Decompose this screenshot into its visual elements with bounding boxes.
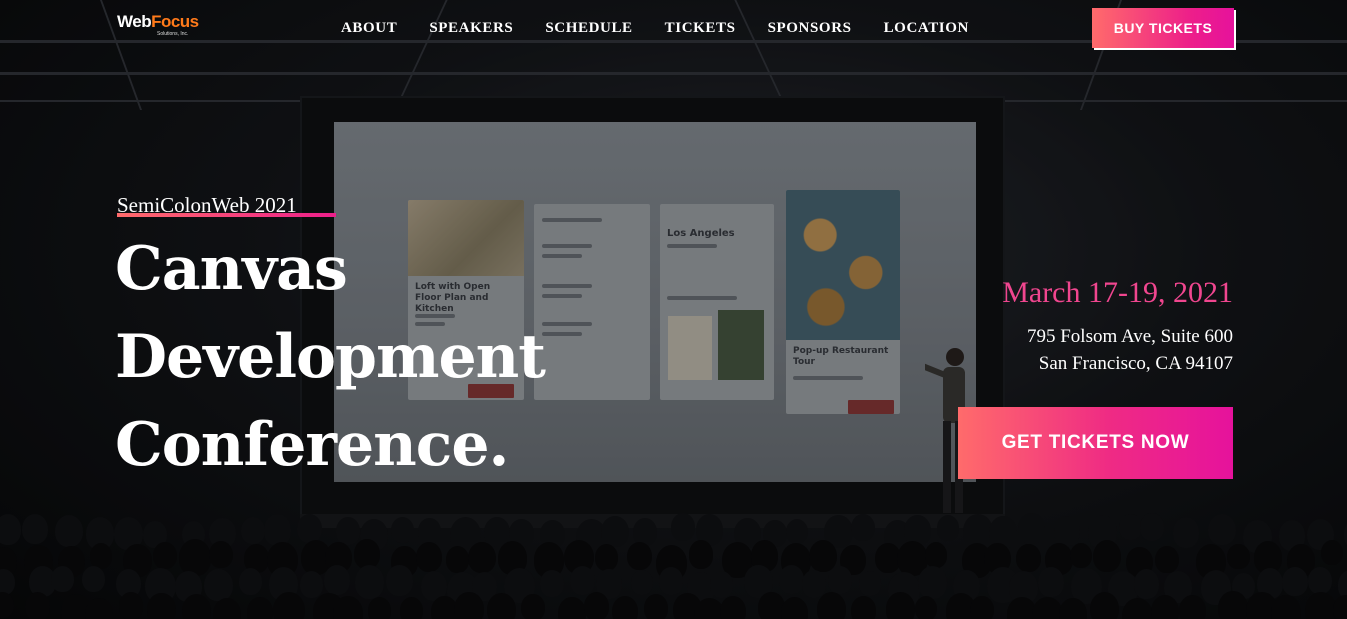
nav-item-speakers[interactable]: SPEAKERS (429, 19, 513, 37)
headline-line-2: Development (115, 322, 546, 392)
logo-subtext: Solutions, Inc. (157, 31, 189, 37)
nav-item-sponsors[interactable]: SPONSORS (768, 19, 852, 37)
event-date: March 17-19, 2021 (1002, 276, 1233, 309)
headline-line-1: Canvas (115, 234, 348, 304)
nav-item-about[interactable]: ABOUT (341, 19, 397, 37)
nav-item-location[interactable]: LOCATION (884, 19, 969, 37)
event-subtitle: SemiColonWeb 2021 (117, 193, 297, 217)
venue-address-line-1: 795 Folsom Ave, Suite 600 (1026, 326, 1233, 347)
headline-line-3: Conference. (115, 410, 509, 480)
hero-headline: Canvas Development Conference. (115, 225, 675, 489)
site-logo[interactable]: WebFocus Solutions, Inc. (117, 12, 199, 42)
logo-wordmark: WebFocus (117, 12, 199, 31)
nav-item-tickets[interactable]: TICKETS (665, 19, 736, 37)
buy-tickets-button[interactable]: BUY TICKETS (1092, 8, 1234, 48)
nav-item-schedule[interactable]: SCHEDULE (545, 19, 632, 37)
venue-address-line-2: San Francisco, CA 94107 (1038, 353, 1233, 374)
get-tickets-now-button[interactable]: GET TICKETS NOW (958, 407, 1233, 479)
main-nav: ABOUT SPEAKERS SCHEDULE TICKETS SPONSORS… (341, 19, 969, 37)
